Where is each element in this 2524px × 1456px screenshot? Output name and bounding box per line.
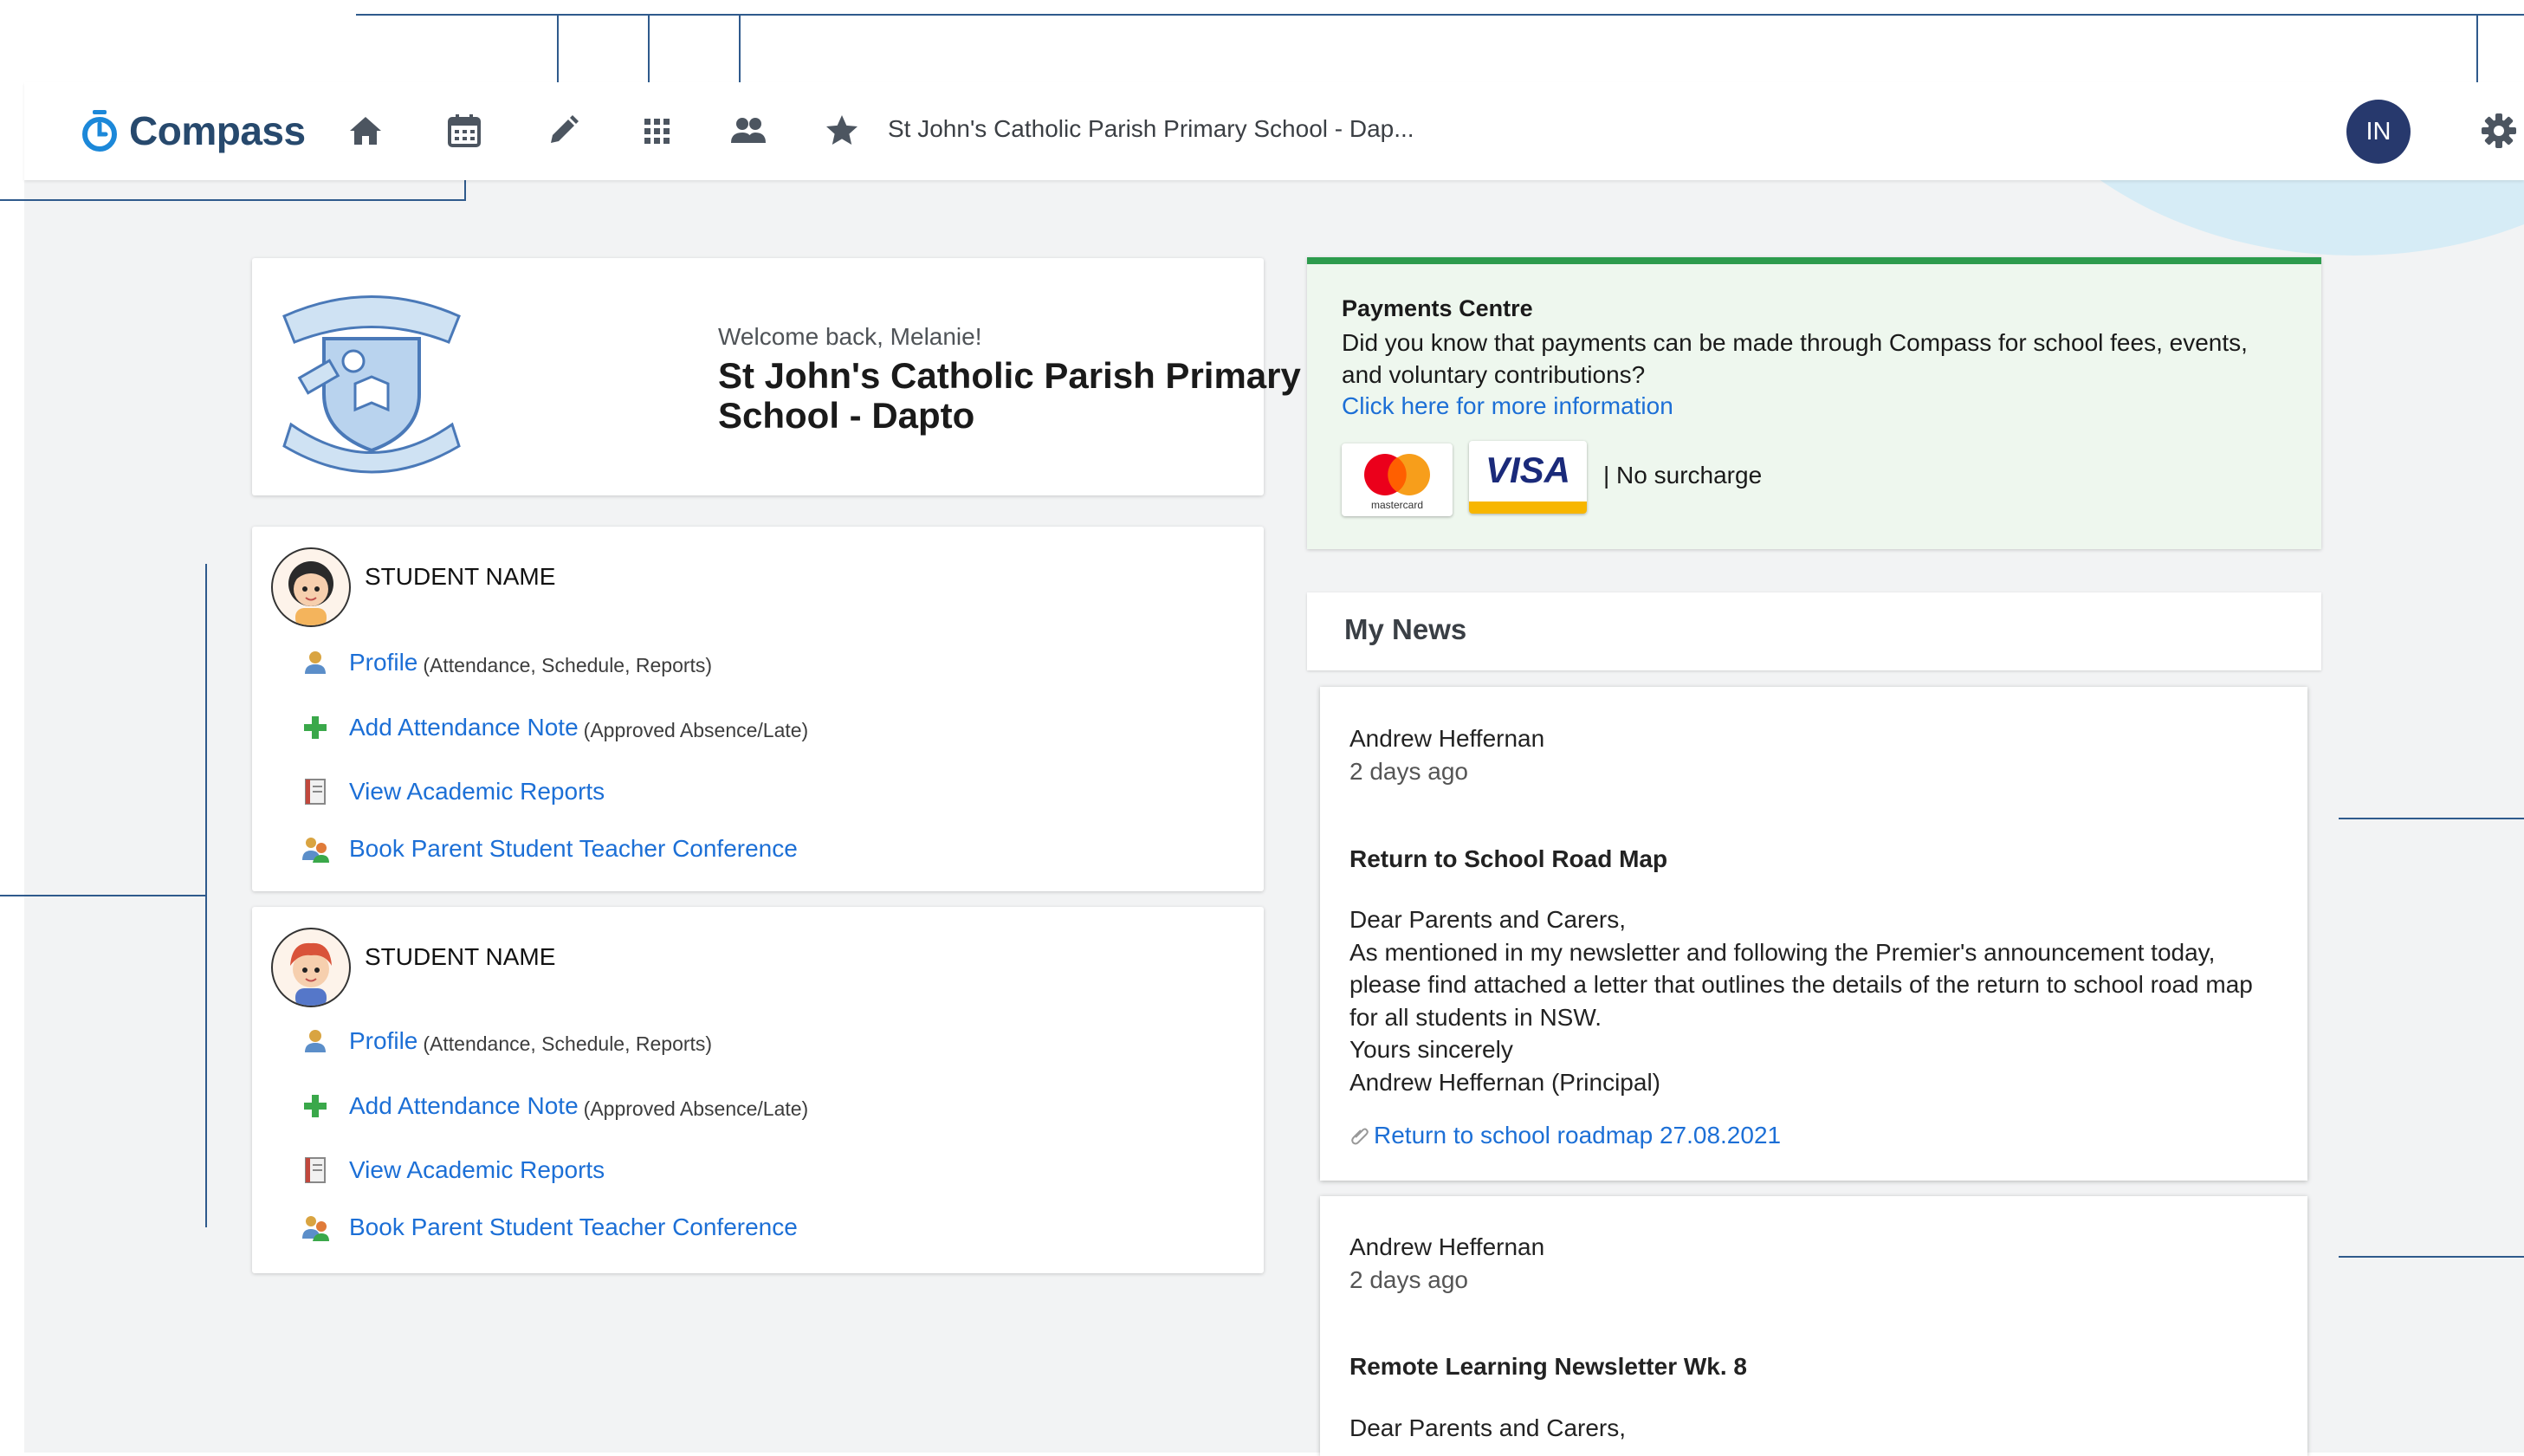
- callout-line: [0, 199, 466, 201]
- add-attendance-note-link[interactable]: Add Attendance Note: [349, 714, 579, 741]
- news-body-line: As mentioned in my newsletter and follow…: [1349, 938, 2253, 1031]
- attendance-note: (Approved Absence/Late): [583, 718, 809, 741]
- news-item: Andrew Heffernan 2 days ago Remote Learn…: [1320, 1196, 2307, 1456]
- conference-icon: [302, 1216, 329, 1241]
- callout-line: [648, 14, 650, 92]
- reports-link-row: View Academic Reports: [301, 1153, 605, 1187]
- student-avatar[interactable]: [271, 547, 351, 627]
- callout-line: [739, 14, 741, 92]
- news-body-line: Dear Parents and Carers,: [1349, 906, 1627, 933]
- callout-line: [557, 14, 559, 92]
- brand-name: Compass: [129, 108, 306, 153]
- callout-line: [2476, 14, 2478, 92]
- payments-title: Payments Centre: [1342, 295, 1533, 321]
- my-news-header: My News: [1307, 592, 2321, 670]
- conference-link-row: Book Parent Student Teacher Conference: [301, 1210, 798, 1245]
- add-attendance-note-link[interactable]: Add Attendance Note: [349, 1092, 579, 1120]
- pencil-icon[interactable]: [544, 112, 582, 150]
- person-icon: [305, 1030, 326, 1052]
- star-icon[interactable]: [823, 112, 861, 150]
- conference-icon: [302, 838, 329, 863]
- profile-note: (Attendance, Schedule, Reports): [423, 653, 713, 676]
- news-author: Andrew Heffernan: [1349, 725, 1545, 752]
- news-heading: Remote Learning Newsletter Wk. 8: [1349, 1353, 1748, 1380]
- attachment-name[interactable]: Return to school roadmap 27.08.2021: [1374, 1122, 1781, 1149]
- school-name: St John's Catholic Parish Primary School…: [718, 355, 1301, 436]
- student-card: STUDENT NAME Profile (Attendance, Schedu…: [252, 527, 1264, 891]
- conference-link-row: Book Parent Student Teacher Conference: [301, 832, 798, 866]
- callout-line: [2339, 1256, 2524, 1258]
- view-academic-reports-link[interactable]: View Academic Reports: [349, 1156, 605, 1184]
- school-crest-logo: [282, 295, 461, 474]
- news-body-line: Dear Parents and Carers,: [1349, 1414, 1627, 1441]
- compass-logo[interactable]: Compass: [81, 105, 306, 157]
- reports-link-row: View Academic Reports: [301, 774, 605, 809]
- student-avatar[interactable]: [271, 928, 351, 1007]
- payments-info-link[interactable]: Click here for more information: [1342, 392, 1673, 420]
- news-author: Andrew Heffernan: [1349, 1233, 1545, 1260]
- student-name: STUDENT NAME: [365, 563, 556, 590]
- news-time: 2 days ago: [1349, 758, 1468, 785]
- no-surcharge-text: | No surcharge: [1603, 462, 1763, 489]
- callout-line: [2339, 818, 2524, 819]
- attendance-note: (Approved Absence/Late): [583, 1097, 809, 1120]
- news-body: Dear Parents and Carers,: [1349, 1412, 2285, 1445]
- news-heading: Return to School Road Map: [1349, 845, 1668, 872]
- plus-icon: [304, 1095, 327, 1117]
- news-body-line: Yours sincerely: [1349, 1036, 1513, 1063]
- mastercard-label: mastercard: [1370, 499, 1424, 511]
- book-conference-link[interactable]: Book Parent Student Teacher Conference: [349, 1213, 798, 1241]
- report-icon: [305, 1157, 326, 1183]
- student-name: STUDENT NAME: [365, 943, 556, 970]
- paperclip-icon: [1351, 1128, 1369, 1145]
- callout-line: [0, 895, 207, 896]
- profile-note: (Attendance, Schedule, Reports): [423, 1032, 713, 1055]
- attendance-link-row: Add Attendance Note (Approved Absence/La…: [301, 1089, 808, 1123]
- grid-icon[interactable]: [637, 112, 676, 150]
- news-body: Dear Parents and Carers, As mentioned in…: [1349, 903, 2285, 1098]
- news-time: 2 days ago: [1349, 1266, 1468, 1293]
- user-avatar[interactable]: IN: [2346, 100, 2411, 164]
- visa-stripe: [1469, 502, 1587, 514]
- welcome-greeting: Welcome back, Melanie!: [718, 323, 982, 350]
- gear-icon[interactable]: [2481, 113, 2517, 149]
- home-icon[interactable]: [346, 112, 385, 150]
- my-news-title: My News: [1344, 613, 1467, 645]
- compass-logo-icon: [82, 110, 117, 152]
- visa-label: VISA: [1485, 450, 1571, 490]
- report-icon: [305, 779, 326, 805]
- profile-link-row: Profile (Attendance, Schedule, Reports): [301, 1024, 712, 1058]
- visa-logo: VISA: [1469, 441, 1587, 514]
- avatar-initials: IN: [2365, 117, 2391, 146]
- book-conference-link[interactable]: Book Parent Student Teacher Conference: [349, 835, 798, 863]
- profile-link[interactable]: Profile: [349, 1027, 417, 1055]
- attendance-link-row: Add Attendance Note (Approved Absence/La…: [301, 710, 808, 745]
- breadcrumb[interactable]: St John's Catholic Parish Primary School…: [888, 115, 1414, 143]
- welcome-card: Welcome back, Melanie! St John's Catholi…: [252, 258, 1301, 495]
- payments-centre-card: Payments Centre Did you know that paymen…: [1307, 257, 2321, 549]
- profile-link-row: Profile (Attendance, Schedule, Reports): [301, 645, 712, 680]
- top-navigation-bar: Compass St John's Catholic Parish Primar…: [24, 82, 2524, 180]
- people-icon[interactable]: [729, 112, 767, 150]
- profile-link[interactable]: Profile: [349, 649, 417, 676]
- view-academic-reports-link[interactable]: View Academic Reports: [349, 778, 605, 806]
- person-icon: [305, 651, 326, 674]
- calendar-icon[interactable]: [445, 112, 483, 150]
- payments-text: Did you know that payments can be made t…: [1342, 329, 2248, 388]
- student-card: STUDENT NAME Profile (Attendance, Schedu…: [252, 907, 1264, 1273]
- attachment-link[interactable]: Return to school roadmap 27.08.2021: [1349, 1122, 1781, 1149]
- news-item: Andrew Heffernan 2 days ago Return to Sc…: [1320, 687, 2307, 1181]
- news-body-line: Andrew Heffernan (Principal): [1349, 1068, 1660, 1096]
- callout-line: [356, 14, 2524, 16]
- mastercard-logo: mastercard: [1342, 443, 1453, 516]
- plus-icon: [304, 716, 327, 739]
